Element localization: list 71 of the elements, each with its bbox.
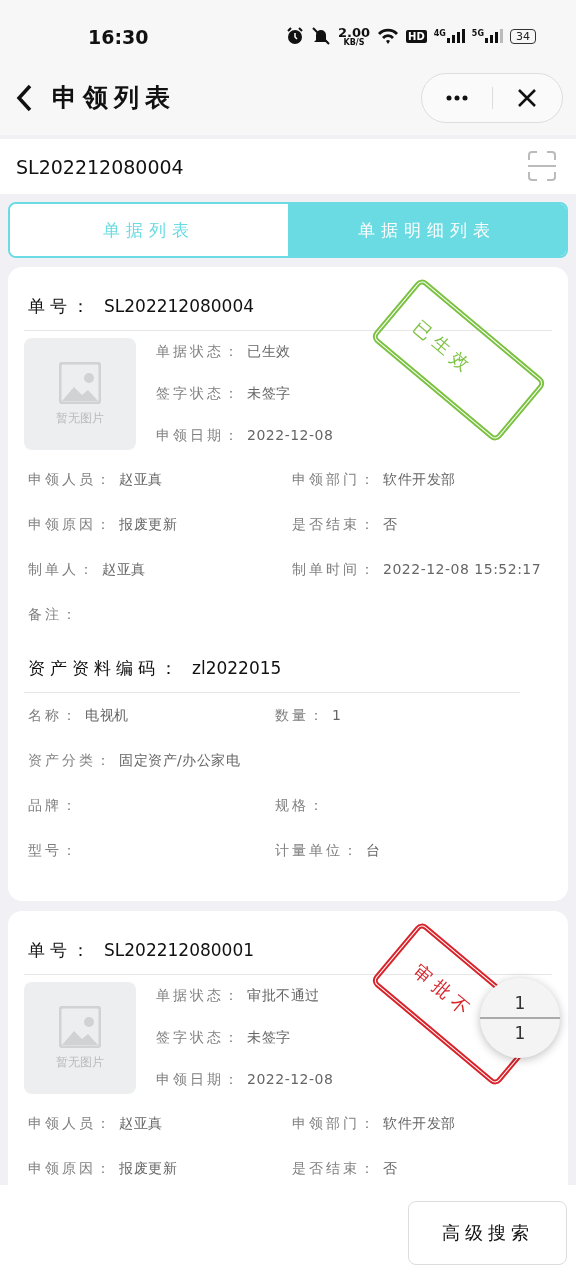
field-value: 未签字 bbox=[247, 1029, 291, 1047]
field-label: 申领人员： bbox=[28, 1114, 113, 1133]
signal-icon: 4G bbox=[433, 29, 465, 43]
image-icon bbox=[59, 1005, 101, 1048]
field-label: 资产分类： bbox=[28, 751, 113, 770]
more-icon bbox=[445, 94, 468, 101]
field-value: 已生效 bbox=[247, 343, 291, 361]
field-value: 未签字 bbox=[247, 385, 291, 403]
scan-icon bbox=[528, 151, 556, 181]
search-field[interactable]: SL202212080004 bbox=[0, 139, 576, 194]
field-label: 名称： bbox=[28, 706, 79, 725]
order-number: SL202212080004 bbox=[104, 295, 255, 318]
field-label: 制单时间： bbox=[292, 560, 377, 579]
field-value: 赵亚真 bbox=[119, 470, 163, 489]
signal-bars-icon bbox=[446, 29, 465, 43]
field-label: 申领部门： bbox=[292, 1114, 377, 1133]
page-title: 申领列表 bbox=[52, 82, 176, 114]
field-label: 申领部门： bbox=[292, 470, 377, 489]
current-page: 1 bbox=[514, 992, 526, 1016]
network-speed: 2.00 KB/S bbox=[337, 25, 371, 47]
field-value: 2022-12-08 15:52:17 bbox=[383, 560, 542, 579]
field-label: 资产资料编码： bbox=[28, 657, 182, 680]
field-label: 申领原因： bbox=[28, 515, 113, 534]
field-label: 品牌： bbox=[28, 796, 79, 815]
field-value: 1 bbox=[332, 706, 342, 725]
field-value: 赵亚真 bbox=[102, 560, 146, 579]
field-label: 数量： bbox=[275, 706, 326, 725]
hd-badge: HD bbox=[406, 29, 427, 43]
battery-icon: 34 bbox=[510, 28, 536, 44]
field-value: 否 bbox=[383, 1159, 398, 1178]
field-label: 申领原因： bbox=[28, 1159, 113, 1178]
field-value: 台 bbox=[366, 841, 381, 860]
asset-code: zl2022015 bbox=[192, 657, 282, 680]
mute-icon bbox=[310, 26, 331, 46]
field-value: 软件开发部 bbox=[383, 470, 456, 489]
field-label: 单据状态： bbox=[156, 343, 241, 361]
field-value: 2022-12-08 bbox=[247, 1071, 334, 1089]
field-value: 报废更新 bbox=[119, 1159, 177, 1178]
field-value: 报废更新 bbox=[119, 515, 177, 534]
close-icon bbox=[517, 87, 538, 108]
field-value: 赵亚真 bbox=[119, 1114, 163, 1133]
advanced-search-button[interactable]: 高级搜索 bbox=[408, 1201, 567, 1265]
signal-bars-icon bbox=[485, 29, 503, 43]
field-label: 规格： bbox=[275, 796, 326, 815]
clock-time: 16:30 bbox=[88, 25, 149, 48]
field-label: 单号： bbox=[28, 295, 94, 318]
field-label: 申领日期： bbox=[156, 427, 241, 445]
field-value: 审批不通过 bbox=[247, 987, 320, 1005]
total-pages: 1 bbox=[514, 1021, 526, 1045]
field-label: 计量单位： bbox=[275, 841, 360, 860]
field-label: 单据状态： bbox=[156, 987, 241, 1005]
field-label: 制单人： bbox=[28, 560, 96, 579]
field-value: 否 bbox=[383, 515, 398, 534]
field-label: 签字状态： bbox=[156, 385, 241, 403]
field-value: 固定资产/办公家电 bbox=[119, 751, 241, 770]
alarm-icon bbox=[285, 27, 304, 45]
image-icon bbox=[59, 361, 101, 404]
order-number: SL202212080001 bbox=[104, 939, 255, 962]
field-value: 2022-12-08 bbox=[247, 427, 334, 445]
field-label: 签字状态： bbox=[156, 1029, 241, 1047]
field-label: 备注： bbox=[28, 605, 79, 624]
field-value: 电视机 bbox=[85, 706, 129, 725]
field-label: 是否结束： bbox=[292, 515, 377, 534]
field-label: 单号： bbox=[28, 939, 94, 962]
wifi-icon bbox=[377, 27, 400, 45]
field-value: 软件开发部 bbox=[383, 1114, 456, 1133]
signal-icon: 5G bbox=[471, 29, 503, 43]
field-label: 型号： bbox=[28, 841, 79, 860]
field-label: 申领日期： bbox=[156, 1071, 241, 1089]
field-label: 是否结束： bbox=[292, 1159, 377, 1178]
field-label: 申领人员： bbox=[28, 470, 113, 489]
